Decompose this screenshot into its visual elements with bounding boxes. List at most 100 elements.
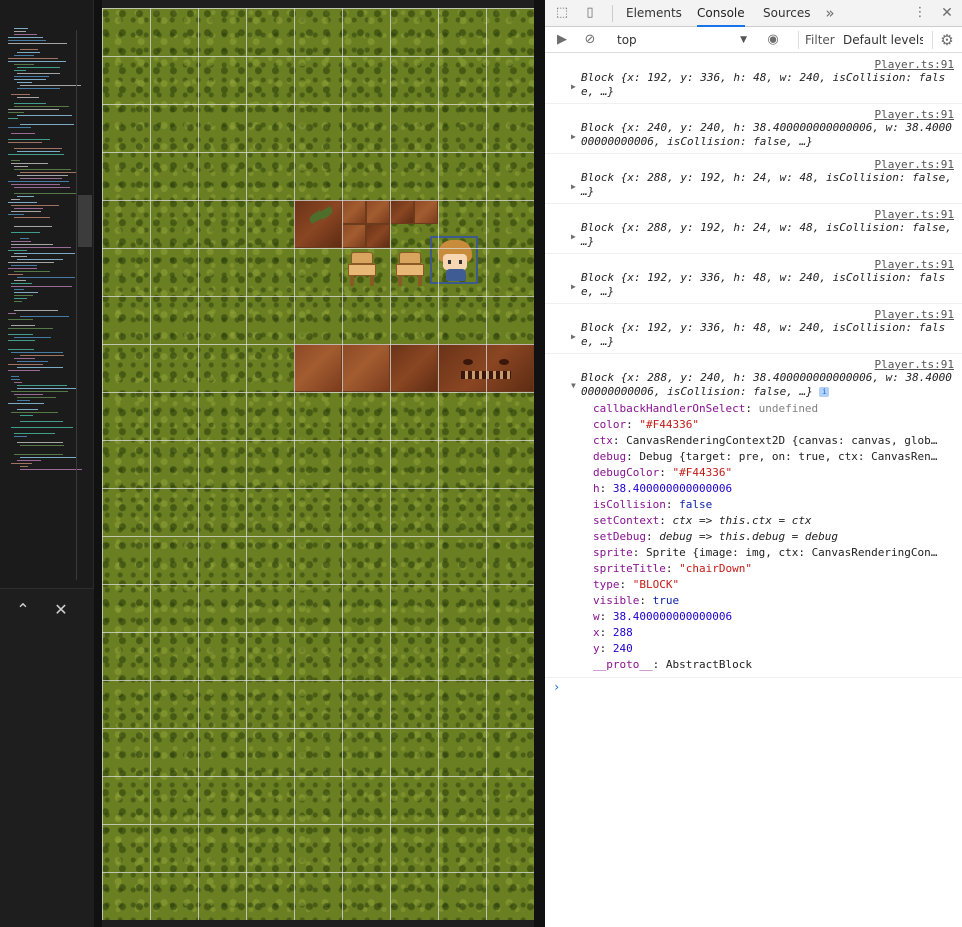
- object-property[interactable]: ▶sprite: Sprite {image: img, ctx: Canvas…: [593, 545, 954, 561]
- source-link[interactable]: Player.ts:91: [581, 358, 954, 371]
- object-property: debugColor: "#F44336": [593, 466, 733, 479]
- minimap-code-line: [11, 232, 40, 233]
- minimap-code-line: [14, 148, 62, 149]
- execution-context-select[interactable]: top ▼: [617, 31, 747, 49]
- object-summary[interactable]: Block {x: 192, y: 336, h: 48, w: 240, is…: [581, 321, 954, 349]
- object-summary[interactable]: Block {x: 288, y: 192, h: 24, w: 48, isC…: [581, 171, 954, 199]
- panel-divider: [534, 0, 545, 927]
- object-property: h: 38.400000000000006: [593, 482, 733, 495]
- object-property[interactable]: ▶ctx: CanvasRenderingContext2D {canvas: …: [593, 433, 954, 449]
- minimap-code-line: [14, 76, 49, 77]
- source-link[interactable]: Player.ts:91: [581, 258, 954, 271]
- minimap-code-line: [14, 166, 28, 167]
- property-value: "chairDown": [679, 562, 752, 575]
- minimap-code-line: [17, 460, 41, 461]
- object-summary[interactable]: Block {x: 192, y: 336, h: 48, w: 240, is…: [581, 71, 954, 99]
- minimap-code-line: [8, 403, 44, 404]
- code-minimap-panel: ⌃ ✕: [0, 0, 94, 927]
- minimap-scroll-thumb[interactable]: [78, 195, 92, 247]
- minimap-code-line: [20, 49, 38, 50]
- close-icon[interactable]: ✕: [50, 599, 72, 621]
- object-property[interactable]: ▶setContext: ctx => this.ctx = ctx: [593, 513, 954, 529]
- object-property[interactable]: ▶setDebug: debug => this.debug = debug: [593, 529, 954, 545]
- property-name: isCollision: [593, 498, 666, 511]
- show-sidebar-icon[interactable]: ▶: [553, 31, 571, 49]
- chevron-up-icon[interactable]: ⌃: [12, 599, 34, 621]
- property-name: debugColor: [593, 466, 660, 479]
- kebab-menu-icon[interactable]: ⋮: [911, 4, 929, 22]
- minimap-code-line: [17, 196, 34, 197]
- minimap-code-line: [11, 160, 20, 161]
- close-devtools-icon[interactable]: ✕: [938, 4, 956, 22]
- minimap-code-line: [14, 55, 34, 56]
- minimap-code-line: [20, 415, 33, 416]
- minimap-code-line: [17, 400, 30, 401]
- game-canvas[interactable]: [102, 8, 534, 920]
- source-link[interactable]: Player.ts:91: [581, 58, 954, 71]
- property-value: 38.400000000000006: [612, 482, 733, 495]
- expand-triangle-icon[interactable]: ▶: [571, 332, 576, 341]
- eye-icon[interactable]: ◉: [764, 31, 782, 49]
- minimap-code-line: [17, 442, 63, 443]
- code-minimap[interactable]: [0, 0, 94, 588]
- object-summary[interactable]: Block {x: 288, y: 240, h: 38.40000000000…: [581, 371, 952, 398]
- device-toolbar-icon[interactable]: ▯: [581, 4, 599, 22]
- minimap-code-line: [14, 337, 51, 338]
- minimap-code-line: [17, 115, 72, 116]
- minimap-code-line: [11, 256, 27, 257]
- property-name: setDebug: [593, 530, 646, 543]
- console-entry: Player.ts:91 ▶ Block {x: 288, y: 192, h: 2…: [545, 154, 962, 204]
- property-value: "#F44336": [639, 418, 699, 431]
- object-properties: callbackHandlerOnSelect: undefined color:…: [581, 401, 954, 673]
- expand-triangle-icon[interactable]: ▶: [571, 182, 576, 191]
- more-tabs-icon[interactable]: »: [821, 4, 839, 22]
- source-link[interactable]: Player.ts:91: [581, 308, 954, 321]
- minimap-code-line: [8, 118, 18, 119]
- source-link[interactable]: Player.ts:91: [581, 108, 954, 121]
- property-name: ctx: [593, 434, 613, 447]
- expand-triangle-icon[interactable]: ▶: [571, 282, 576, 291]
- minimap-code-line: [14, 106, 69, 107]
- minimap-code-line: [20, 445, 64, 446]
- filter-input[interactable]: Filter: [798, 31, 836, 49]
- property-name: setContext: [593, 514, 660, 527]
- minimap-code-line: [14, 70, 26, 71]
- tab-elements[interactable]: Elements: [626, 0, 682, 27]
- object-property[interactable]: ▶debug: Debug {target: pre, on: true, ct…: [593, 449, 954, 465]
- context-value: top: [617, 33, 637, 47]
- console-prompt[interactable]: ›: [545, 678, 962, 696]
- expand-triangle-icon[interactable]: ▶: [571, 82, 576, 91]
- source-link[interactable]: Player.ts:91: [581, 208, 954, 221]
- minimap-code-line: [20, 421, 63, 422]
- minimap-code-line: [8, 340, 35, 341]
- property-name: spriteTitle: [593, 562, 666, 575]
- minimap-code-line: [11, 205, 59, 206]
- minimap-code-line: [8, 139, 50, 140]
- minimap-code-line: [8, 202, 37, 203]
- tab-console[interactable]: Console: [697, 0, 745, 27]
- info-icon[interactable]: i: [819, 387, 830, 397]
- object-summary[interactable]: Block {x: 192, y: 336, h: 48, w: 240, is…: [581, 271, 954, 299]
- minimap-code-line: [8, 43, 67, 44]
- inspect-element-icon[interactable]: ⬚: [553, 4, 571, 22]
- property-value: false: [679, 498, 713, 511]
- object-summary[interactable]: Block {x: 288, y: 192, h: 24, w: 48, isC…: [581, 221, 954, 249]
- gear-icon[interactable]: ⚙: [938, 31, 956, 49]
- minimap-code-line: [20, 124, 74, 125]
- console-output[interactable]: Player.ts:91 ▶ Block {x: 192, y: 336, h: 4…: [545, 54, 962, 927]
- object-summary[interactable]: Block {x: 240, y: 240, h: 38.40000000000…: [581, 121, 954, 149]
- source-link[interactable]: Player.ts:91: [581, 158, 954, 171]
- clear-console-icon[interactable]: ⊘: [581, 31, 599, 49]
- log-levels-select[interactable]: Default levels ▾: [843, 31, 923, 49]
- prompt-chevron-icon: ›: [553, 680, 561, 694]
- minimap-code-line: [11, 352, 63, 353]
- collapse-triangle-icon[interactable]: ▼: [571, 381, 576, 390]
- minimap-code-line: [20, 355, 64, 356]
- property-value: "BLOCK": [632, 578, 680, 591]
- minimap-code-line: [11, 133, 35, 134]
- expand-triangle-icon[interactable]: ▶: [571, 232, 576, 241]
- minimap-code-line: [17, 385, 67, 386]
- object-property[interactable]: ▶__proto__: AbstractBlock: [593, 657, 954, 673]
- tab-sources[interactable]: Sources: [763, 0, 810, 27]
- expand-triangle-icon[interactable]: ▶: [571, 132, 576, 141]
